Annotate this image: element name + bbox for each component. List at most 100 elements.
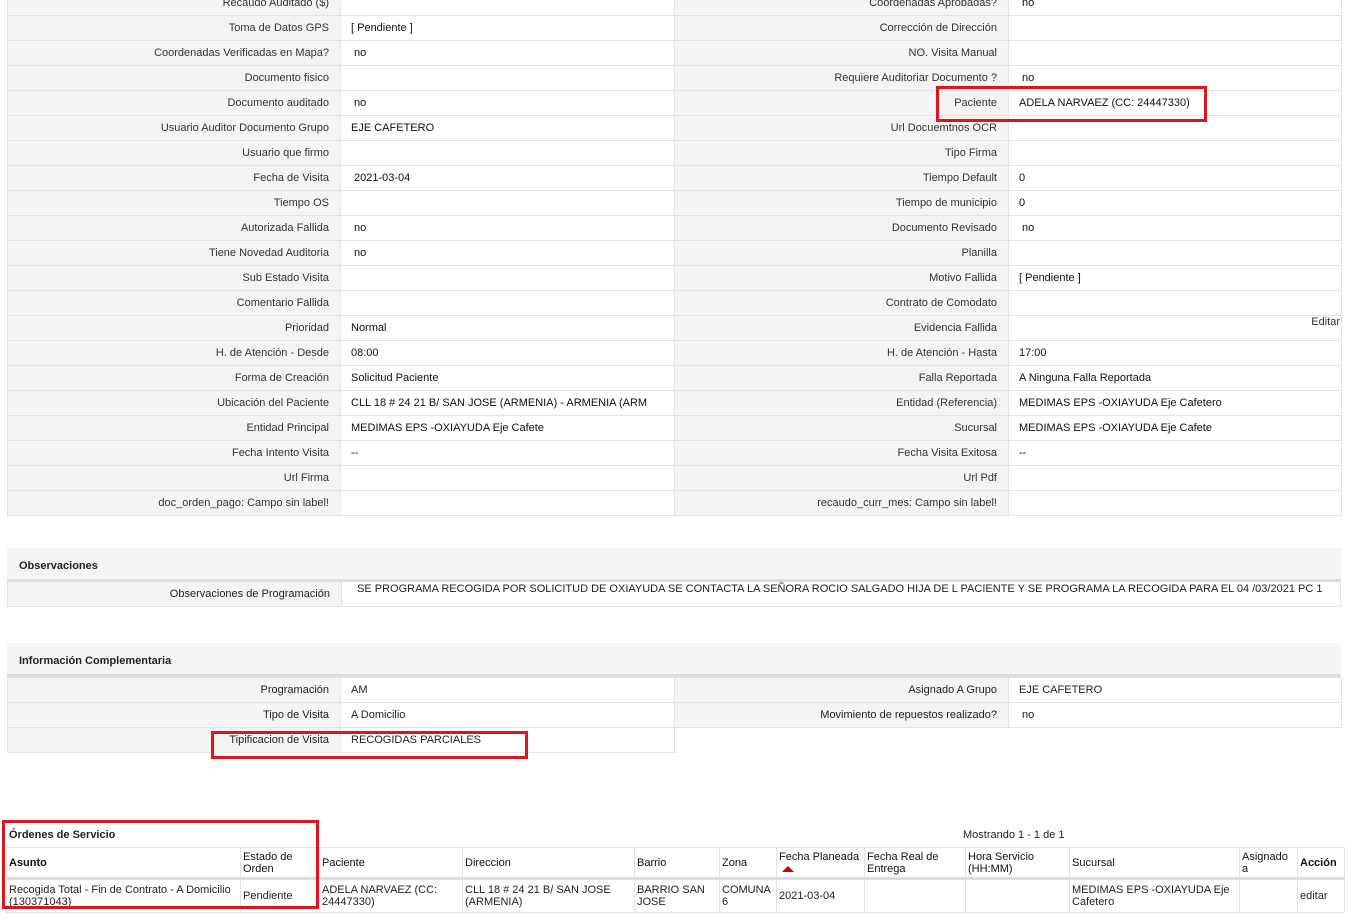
observaciones-title: Observaciones: [7, 548, 1341, 582]
requiere-auditoriar-documento-label: Requiere Auditoriar Documento ?: [674, 65, 1009, 91]
programacion-value: AM: [340, 677, 675, 703]
detail-row: Fecha de Visita 2021-03-04 Tiempo Default 0: [7, 165, 1342, 191]
order-paciente: ADELA NARVAEZ (CC: 24447330): [319, 878, 463, 913]
movimiento-repuestos-value: no: [1008, 702, 1342, 728]
col-asunto[interactable]: Asunto: [6, 847, 241, 880]
h-de-atencion-desde-label: H. de Atención - Desde: [7, 340, 341, 366]
documento-fisico-label: Documento fisico: [7, 65, 341, 91]
detail-row: Autorizada Fallida no Documento Revisado no: [7, 215, 1342, 241]
fecha-planeada-label: Fecha Planeada: [779, 851, 860, 863]
sort-ascending-icon[interactable]: [782, 866, 794, 873]
tiempo-de-municipio-label: Tiempo de municipio: [674, 190, 1009, 216]
url-pdf-value: [1008, 465, 1342, 491]
asignado-grupo-label: Asignado A Grupo: [674, 677, 1009, 703]
col-direccion[interactable]: Direccion: [462, 847, 635, 880]
recaudo-curr-mes-campo-sin-label-value: [1008, 490, 1342, 516]
entidad-principal-value: MEDIMAS EPS -OXIAYUDA Eje Cafete: [340, 415, 675, 441]
movimiento-repuestos-label: Movimiento de repuestos realizado?: [674, 702, 1009, 728]
h-de-atencion-desde-value: 08:00: [340, 340, 675, 366]
detail-row: Usuario que firmo Tipo Firma: [7, 140, 1342, 166]
edit-order-link[interactable]: editar: [1300, 890, 1328, 902]
doc-orden-pago-campo-sin-label-label: doc_orden_pago: Campo sin label!: [7, 490, 341, 516]
tiene-novedad-auditoria-label: Tiene Novedad Auditoria: [7, 240, 341, 266]
recaudo-auditado-value: [340, 0, 675, 16]
url-docuemtnos-ocr-value: [1008, 115, 1342, 141]
col-asignado[interactable]: Asignado a: [1239, 847, 1298, 880]
fecha-intento-visita-value: --: [340, 440, 675, 466]
sucursal-label: Sucursal: [674, 415, 1009, 441]
tipo-firma-value: [1008, 140, 1342, 166]
table-row: Recogida Total - Fin de Contrato - A Dom…: [6, 878, 1345, 913]
documento-auditado-value: no: [340, 90, 675, 116]
order-fecha-real: [864, 878, 966, 913]
order-barrio: BARRIO SAN JOSE: [634, 878, 720, 913]
url-firma-value: [340, 465, 675, 491]
url-firma-label: Url Firma: [7, 465, 341, 491]
tipo-firma-label: Tipo Firma: [674, 140, 1009, 166]
col-paciente[interactable]: Paciente: [319, 847, 463, 880]
orders-title: Órdenes de Servicio: [9, 829, 116, 841]
tiempo-default-value: 0: [1008, 165, 1342, 191]
toma-de-datos-gps-label: Toma de Datos GPS: [7, 15, 341, 41]
coordenadas-aprobadas-value: no: [1008, 0, 1342, 16]
sub-estado-visita-value: [340, 265, 675, 291]
tipo-visita-label: Tipo de Visita: [7, 702, 341, 728]
col-fecha-planeada[interactable]: Fecha Planeada: [776, 847, 865, 880]
toma-de-datos-gps-value: [ Pendiente ]: [340, 15, 675, 41]
detail-row: Toma de Datos GPS[ Pendiente ] Corrección…: [7, 15, 1342, 41]
motivo-fallida-label: Motivo Fallida: [674, 265, 1009, 291]
h-de-atencion-hasta-value: 17:00: [1008, 340, 1342, 366]
recaudo-curr-mes-campo-sin-label-label: recaudo_curr_mes: Campo sin label!: [674, 490, 1009, 516]
usuario-que-firmo-label: Usuario que firmo: [7, 140, 341, 166]
col-sucursal[interactable]: Sucursal: [1069, 847, 1240, 880]
order-fecha-planeada: 2021-03-04: [776, 878, 865, 913]
comentario-fallida-value: [340, 290, 675, 316]
coordenadas-aprobadas-label: Coordenadas Aprobadas?: [674, 0, 1009, 16]
detail-row: Tiene Novedad Auditoria no Planilla: [7, 240, 1342, 266]
fecha-visita-exitosa-label: Fecha Visita Exitosa: [674, 440, 1009, 466]
doc-orden-pago-campo-sin-label-value: [340, 490, 675, 516]
prioridad-label: Prioridad: [7, 315, 341, 341]
ubicacion-del-paciente-value: CLL 18 # 24 21 B/ SAN JOSE (ARMENIA) - A…: [340, 390, 675, 416]
col-estado-orden[interactable]: Estado de Orden: [240, 847, 320, 880]
url-docuemtnos-ocr-label: Url Docuemtnos OCR: [674, 115, 1009, 141]
detail-row: Coordenadas Verificadas en Mapa? no NO. Vi…: [7, 40, 1342, 66]
falla-reportada-label: Falla Reportada: [674, 365, 1009, 391]
col-zona[interactable]: Zona: [719, 847, 777, 880]
contrato-de-comodato-label: Contrato de Comodato: [674, 290, 1009, 316]
entidad-referencia-value: MEDIMAS EPS -OXIAYUDA Eje Cafetero: [1008, 390, 1342, 416]
detail-row: Fecha Intento Visita -- Fecha Visita Exito…: [7, 440, 1342, 466]
requiere-auditoriar-documento-value: no: [1008, 65, 1342, 91]
order-hora: [965, 878, 1070, 913]
detail-row: Sub Estado Visita Motivo Fallida[ Pendien…: [7, 265, 1342, 291]
order-asunto: Recogida Total - Fin de Contrato - A Dom…: [6, 878, 241, 913]
coordenadas-verificadas-en-mapa-label: Coordenadas Verificadas en Mapa?: [7, 40, 341, 66]
order-estado: Pendiente: [240, 878, 320, 913]
entidad-principal-label: Entidad Principal: [7, 415, 341, 441]
observaciones-section: Observaciones Observaciones de Programac…: [7, 548, 1341, 607]
tiempo-de-municipio-value: 0: [1008, 190, 1342, 216]
observaciones-row: Observaciones de Programación SE PROGRAM…: [7, 582, 1341, 607]
order-direccion: CLL 18 # 24 21 B/ SAN JOSE (ARMENIA): [462, 878, 635, 913]
col-hora-servicio[interactable]: Hora Servicio (HH:MM): [965, 847, 1070, 880]
usuario-auditor-documento-grupo-label: Usuario Auditor Documento Grupo: [7, 115, 341, 141]
detail-row: Recaudo Auditado ($) Coordenadas Aprobada…: [7, 0, 1342, 16]
col-barrio[interactable]: Barrio: [634, 847, 720, 880]
tiempo-os-value: [340, 190, 675, 216]
detail-row: Entidad Principal MEDIMAS EPS -OXIAYUDA E…: [7, 415, 1342, 441]
order-zona: COMUNA 6: [719, 878, 777, 913]
paciente-label: Paciente: [674, 90, 1009, 116]
documento-auditado-label: Documento auditado: [7, 90, 341, 116]
editar-evidencia-link[interactable]: Editar: [1311, 316, 1340, 328]
ubicacion-del-paciente-label: Ubicación del Paciente: [7, 390, 341, 416]
tiene-novedad-auditoria-value: no: [340, 240, 675, 266]
planilla-value: [1008, 240, 1342, 266]
sucursal-value: MEDIMAS EPS -OXIAYUDA Eje Cafete: [1008, 415, 1342, 441]
col-fecha-real[interactable]: Fecha Real de Entrega: [864, 847, 966, 880]
tiempo-os-label: Tiempo OS: [7, 190, 341, 216]
detail-row: Prioridad Normal Evidencia Fallida Editar: [7, 315, 1342, 341]
detail-row: Documento fisico Requiere Auditoriar Docu…: [7, 65, 1342, 91]
order-sucursal: MEDIMAS EPS -OXIAYUDA Eje Cafetero: [1069, 878, 1240, 913]
fecha-de-visita-label: Fecha de Visita: [7, 165, 341, 191]
motivo-fallida-value: [ Pendiente ]: [1008, 265, 1342, 291]
